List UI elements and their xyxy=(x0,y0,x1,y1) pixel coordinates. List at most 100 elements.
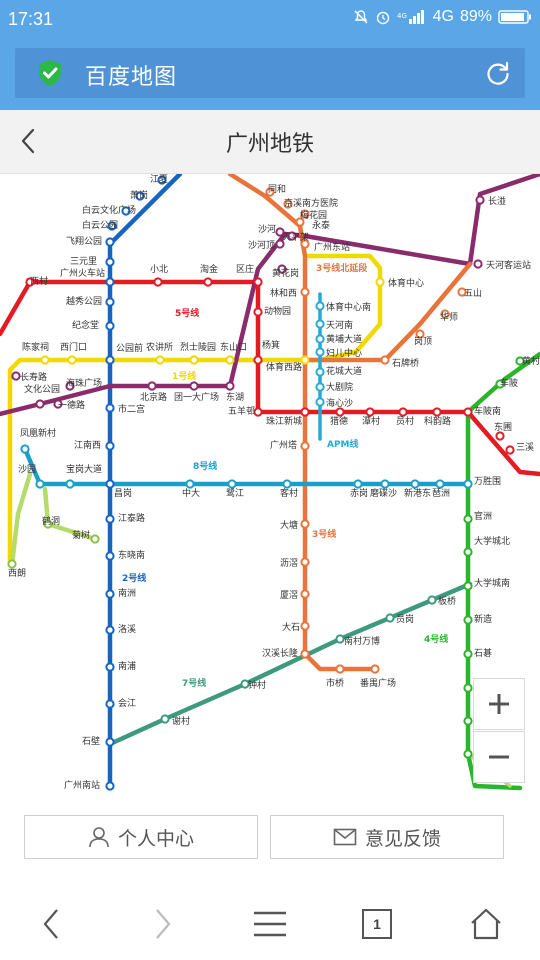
station-tianhenan[interactable] xyxy=(315,319,325,329)
station-xiaobei[interactable] xyxy=(153,277,163,287)
station-pazhou[interactable] xyxy=(435,479,445,489)
station-xiecun[interactable] xyxy=(160,714,170,724)
station-fuerzx[interactable] xyxy=(315,347,325,357)
station-wuyangcun[interactable] xyxy=(253,407,263,417)
station-dongshankou[interactable] xyxy=(225,355,235,365)
station-dichong[interactable] xyxy=(463,716,473,726)
station-donghu[interactable] xyxy=(225,381,235,391)
station-changshoulu[interactable] xyxy=(11,371,21,381)
station-datang[interactable] xyxy=(300,519,310,529)
station-xiajiao[interactable] xyxy=(300,589,310,599)
station-changban[interactable] xyxy=(475,195,485,205)
station-nanzhou[interactable] xyxy=(105,589,115,599)
station-banqiao[interactable] xyxy=(427,595,437,605)
station-gznanzhan[interactable] xyxy=(105,781,115,791)
station-dongwuyuan[interactable] xyxy=(253,307,263,317)
station-lujiang[interactable] xyxy=(227,479,237,489)
feedback-button[interactable]: 意见反馈 xyxy=(270,815,504,859)
station-gzhcz[interactable] xyxy=(105,277,115,287)
station-chigang[interactable] xyxy=(353,479,363,489)
station-guanzhou[interactable] xyxy=(463,514,473,524)
nav-forward-button[interactable] xyxy=(140,902,184,946)
station-shipaiqiao[interactable] xyxy=(380,355,390,365)
station-luoxi[interactable] xyxy=(105,625,115,635)
zoom-in-button[interactable] xyxy=(473,678,525,730)
metro-map-canvas[interactable]: 江夏萧岗白云文化广场白云公园飞翔公园三元里广州火车站越秀公园纪念堂公园前市二宫江… xyxy=(0,174,540,792)
station-haibang[interactable] xyxy=(463,683,473,693)
station-zhujiangxc[interactable] xyxy=(300,407,310,417)
station-quzhuang[interactable] xyxy=(253,277,263,287)
line-label-8: 4号线 xyxy=(424,633,448,645)
station-dxcnan[interactable] xyxy=(463,581,473,591)
station-tianhekyz[interactable] xyxy=(473,259,483,269)
station-huacheng[interactable] xyxy=(315,367,325,377)
station-dongpu[interactable] xyxy=(495,431,505,441)
nav-tabs-button[interactable]: 1 xyxy=(355,902,399,946)
station-huijiang[interactable] xyxy=(105,699,115,709)
station-ximenkou[interactable] xyxy=(67,355,77,365)
station-nancun[interactable] xyxy=(335,634,345,644)
station-chebeinan[interactable] xyxy=(463,407,473,417)
station-haixinsha[interactable] xyxy=(315,397,325,407)
station-lijiao[interactable] xyxy=(300,557,310,567)
station-changgang[interactable] xyxy=(105,479,115,489)
station-yangji[interactable] xyxy=(253,355,263,365)
station-tuanyida[interactable] xyxy=(189,381,199,391)
metro-map[interactable]: 江夏 萧岗 白云文化广场 白云公园 飞翔公园 三元里 广州火车站 越秀公园 纪念堂 公园前 市二宫江… xyxy=(0,174,540,792)
station-shiqiao[interactable] xyxy=(335,664,345,674)
personal-center-button[interactable]: 个人中心 xyxy=(24,815,258,859)
station-yuancun[interactable] xyxy=(398,407,408,417)
station-xinzao[interactable] xyxy=(463,615,473,625)
station-dxcbei[interactable] xyxy=(463,547,473,557)
station-shayuan[interactable] xyxy=(35,479,45,489)
station-huangpudadao[interactable] xyxy=(315,334,325,344)
nav-menu-button[interactable] xyxy=(248,902,292,946)
station-panyu[interactable] xyxy=(370,664,380,674)
station-dajuyuan[interactable] xyxy=(315,382,325,392)
refresh-icon[interactable] xyxy=(483,58,513,88)
station-nanpu[interactable] xyxy=(105,662,115,672)
station-fenghuang[interactable] xyxy=(20,444,30,454)
station-modiesha[interactable] xyxy=(380,479,390,489)
nav-back-button[interactable] xyxy=(30,902,74,946)
station-dongchong[interactable] xyxy=(463,749,473,759)
station-feixiang[interactable] xyxy=(105,237,115,247)
station-gongyuanqian[interactable] xyxy=(105,355,115,365)
station-chenjiaci[interactable] xyxy=(40,355,50,365)
station-gzta[interactable] xyxy=(300,441,310,451)
station-shibi[interactable] xyxy=(105,737,115,747)
station-xingangdong[interactable] xyxy=(410,479,420,489)
station-tiyuzxnan[interactable] xyxy=(315,301,325,311)
station-nongjiang[interactable] xyxy=(155,355,165,365)
station-linhexi[interactable] xyxy=(300,287,310,297)
station-jiangnanxi[interactable] xyxy=(105,441,115,451)
station-zhongda[interactable] xyxy=(185,479,195,489)
station-baogang[interactable] xyxy=(65,479,75,489)
station-beijinglu[interactable] xyxy=(147,381,157,391)
station-tiyuzx[interactable] xyxy=(375,277,385,287)
station-shierg[interactable] xyxy=(105,403,115,413)
station-hanxi[interactable] xyxy=(300,649,310,659)
station-jushu[interactable] xyxy=(90,534,100,544)
station-wanshengwei[interactable] xyxy=(463,479,473,489)
station-sanyuanli[interactable] xyxy=(105,257,115,267)
station-yuangang[interactable] xyxy=(385,613,395,623)
station-sanxi[interactable] xyxy=(505,445,515,455)
station-jiniantang[interactable] xyxy=(105,321,115,331)
station-dongxiaonan[interactable] xyxy=(105,551,115,561)
zoom-out-button[interactable] xyxy=(473,731,525,783)
station-jiangtai[interactable] xyxy=(105,514,115,524)
station-dashi[interactable] xyxy=(300,621,310,631)
station-taojin[interactable] xyxy=(203,277,213,287)
station-kecun[interactable] xyxy=(282,479,292,489)
station-tiyuxi[interactable] xyxy=(300,355,310,365)
station-tancun[interactable] xyxy=(365,407,375,417)
station-keyun[interactable] xyxy=(432,407,442,417)
station-yuexiu[interactable] xyxy=(105,297,115,307)
station-wenhuagy[interactable] xyxy=(35,399,45,409)
station-xilang[interactable] xyxy=(7,559,17,569)
nav-home-button[interactable] xyxy=(464,902,508,946)
station-lieshi[interactable] xyxy=(189,355,199,365)
station-liede[interactable] xyxy=(335,407,345,417)
station-shiqi[interactable] xyxy=(463,649,473,659)
